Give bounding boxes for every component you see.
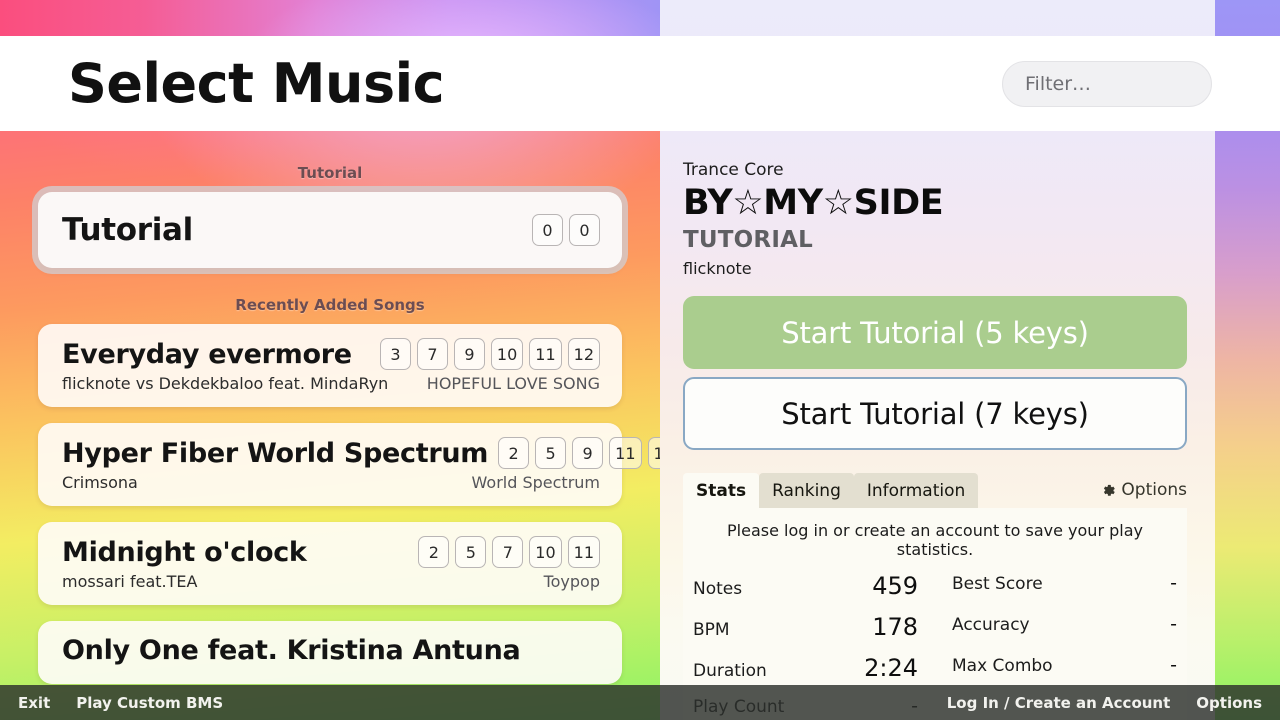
stat-value: 2:24 [864, 654, 918, 682]
song-title: Everyday evermore [62, 339, 352, 370]
difficulty-badge[interactable]: 11 [609, 437, 641, 469]
difficulty-badge[interactable]: 12 [648, 437, 661, 469]
stat-row-best-score: Best Score - [952, 572, 1177, 613]
difficulty-badge[interactable]: 0 [532, 214, 563, 246]
difficulty-badge[interactable]: 12 [568, 338, 600, 370]
login-prompt-text: Please log in or create an account to sa… [693, 521, 1177, 559]
song-row-bottom: Crimsona World Spectrum [62, 473, 600, 492]
difficulty-badge[interactable]: 10 [529, 536, 561, 568]
stat-label: BPM [693, 620, 730, 640]
difficulty-badge[interactable]: 11 [529, 338, 561, 370]
stat-row-accuracy: Accuracy - [952, 613, 1177, 654]
difficulty-badge[interactable]: 2 [418, 536, 449, 568]
header-bar: Select Music Filter… [0, 36, 1280, 131]
stat-row-notes: Notes 459 [693, 572, 918, 613]
detail-genre: Trance Core [683, 160, 1187, 180]
stat-label: Notes [693, 579, 742, 599]
stat-value: 178 [872, 613, 918, 641]
song-detail-panel: Trance Core BY☆MY☆SIDE TUTORIAL flicknot… [660, 131, 1215, 720]
difficulty-badge[interactable]: 3 [380, 338, 411, 370]
stat-value: 459 [872, 572, 918, 600]
stat-label: Max Combo [952, 656, 1053, 676]
bottom-options-button[interactable]: Options [1196, 694, 1262, 712]
difficulty-badge[interactable]: 7 [417, 338, 448, 370]
left-top-gradient-strip [0, 0, 660, 36]
start-tutorial-5keys-label: Start Tutorial (5 keys) [781, 316, 1088, 350]
song-title: Hyper Fiber World Spectrum [62, 438, 488, 469]
stat-label: Accuracy [952, 615, 1030, 635]
song-list-item-only-one[interactable]: Only One feat. Kristina Antuna [38, 621, 622, 684]
song-row-top: Only One feat. Kristina Antuna [62, 635, 600, 666]
bottom-bar-right-group: Log In / Create an Account Options [921, 694, 1262, 712]
stat-row-bpm: BPM 178 [693, 613, 918, 654]
difficulty-badge[interactable]: 2 [498, 437, 529, 469]
song-list-item-hyper-fiber-world-spectrum[interactable]: Hyper Fiber World Spectrum 2 5 9 11 12 C… [38, 423, 622, 506]
stat-label: Best Score [952, 574, 1043, 594]
song-row-top: Everyday evermore 3 7 9 10 11 12 [62, 338, 600, 370]
tab-ranking[interactable]: Ranking [759, 473, 854, 508]
song-title: Midnight o'clock [62, 537, 307, 568]
detail-options-label: Options [1121, 480, 1187, 500]
tab-stats[interactable]: Stats [683, 473, 759, 508]
detail-options-button[interactable]: Options [1101, 480, 1187, 508]
log-in-create-account-button[interactable]: Log In / Create an Account [947, 694, 1171, 712]
difficulty-badge[interactable]: 9 [572, 437, 603, 469]
start-tutorial-7keys-button[interactable]: Start Tutorial (7 keys) [683, 377, 1187, 450]
difficulty-badges: 2 5 9 11 12 [498, 437, 660, 469]
difficulty-badge[interactable]: 7 [492, 536, 523, 568]
song-title: Tutorial [62, 212, 193, 248]
bottom-status-bar: Exit Play Custom BMS Log In / Create an … [0, 685, 1280, 720]
song-list-item-midnight-oclock[interactable]: Midnight o'clock 2 5 7 10 11 mossari fea… [38, 522, 622, 605]
tab-information[interactable]: Information [854, 473, 978, 508]
song-row-top: Tutorial 0 0 [62, 212, 600, 248]
difficulty-badge[interactable]: 10 [491, 338, 523, 370]
exit-button[interactable]: Exit [18, 694, 50, 712]
filter-input[interactable]: Filter… [1002, 61, 1212, 107]
detail-title: BY☆MY☆SIDE [683, 184, 1187, 223]
detail-subtitle: TUTORIAL [683, 227, 1187, 253]
difficulty-badge[interactable]: 5 [455, 536, 486, 568]
difficulty-badges: 2 5 7 10 11 [418, 536, 600, 568]
song-row-bottom: flicknote vs Dekdekbaloo feat. MindaRyn … [62, 374, 600, 393]
song-group-label: Recently Added Songs [38, 296, 622, 314]
song-genre: Toypop [544, 572, 600, 591]
song-title: Only One feat. Kristina Antuna [62, 635, 520, 666]
select-music-screen: Select Music Filter… Tutorial Tutorial 0… [0, 0, 1280, 720]
difficulty-badge[interactable]: 5 [535, 437, 566, 469]
stat-label: Duration [693, 661, 767, 681]
difficulty-badge[interactable]: 0 [569, 214, 600, 246]
song-group-label: Tutorial [38, 164, 622, 182]
song-list-item-everyday-evermore[interactable]: Everyday evermore 3 7 9 10 11 12 flickno… [38, 324, 622, 407]
detail-tabs: Stats Ranking Information Options [683, 473, 1187, 508]
song-genre: World Spectrum [472, 473, 600, 492]
song-row-bottom: mossari feat.TEA Toypop [62, 572, 600, 591]
song-row-top: Hyper Fiber World Spectrum 2 5 9 11 12 [62, 437, 600, 469]
difficulty-badge[interactable]: 9 [454, 338, 485, 370]
song-artist: flicknote vs Dekdekbaloo feat. MindaRyn [62, 374, 388, 393]
difficulty-badges: 0 0 [532, 214, 600, 246]
page-title: Select Music [68, 57, 444, 111]
difficulty-badges: 3 7 9 10 11 12 [380, 338, 600, 370]
song-list[interactable]: Tutorial Tutorial 0 0 Recently Added Son… [0, 131, 660, 720]
stat-value: - [1170, 613, 1177, 635]
gear-icon [1101, 483, 1116, 498]
start-tutorial-5keys-button[interactable]: Start Tutorial (5 keys) [683, 296, 1187, 369]
start-tutorial-7keys-label: Start Tutorial (7 keys) [781, 397, 1088, 431]
stat-value: - [1170, 654, 1177, 676]
detail-artist: flicknote [683, 259, 1187, 278]
song-artist: mossari feat.TEA [62, 572, 197, 591]
stat-value: - [1170, 572, 1177, 594]
song-artist: Crimsona [62, 473, 138, 492]
difficulty-badge[interactable]: 11 [568, 536, 600, 568]
song-row-top: Midnight o'clock 2 5 7 10 11 [62, 536, 600, 568]
play-custom-bms-button[interactable]: Play Custom BMS [76, 694, 223, 712]
filter-placeholder-text: Filter… [1025, 73, 1091, 95]
song-genre: HOPEFUL LOVE SONG [427, 374, 600, 393]
song-list-item-tutorial[interactable]: Tutorial 0 0 [38, 192, 622, 268]
